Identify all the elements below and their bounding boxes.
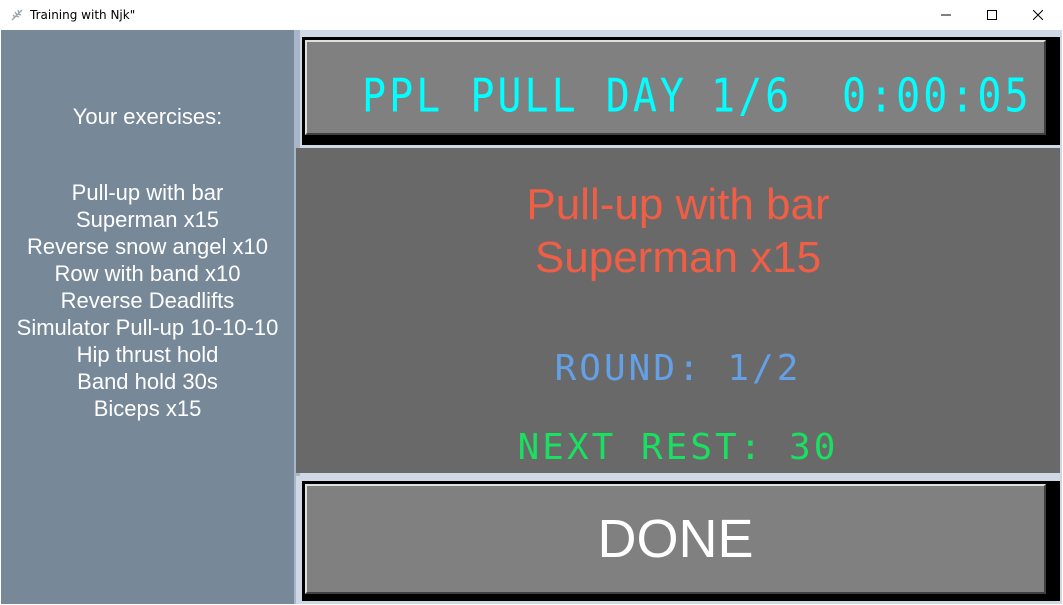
exercise-sidebar: Your exercises: Pull-up with bar Superma… (1, 30, 294, 604)
exercise-list-item: Band hold 30s (77, 369, 218, 394)
exercise-list: Pull-up with bar Superman x15 Reverse sn… (1, 179, 294, 422)
exercise-list-item: Reverse Deadlifts (60, 288, 235, 313)
exercise-progress: 1/6 (711, 70, 793, 123)
exercise-list-item: Row with band x10 (54, 261, 241, 286)
minimize-icon (941, 14, 951, 16)
current-exercise-line-1: Pull-up with bar (526, 180, 830, 229)
round-counter: ROUND: 1/2 (554, 348, 802, 389)
close-icon (1033, 10, 1043, 20)
exercise-list-item: Simulator Pull-up 10-10-10 (16, 315, 279, 340)
maximize-icon (987, 10, 997, 20)
exercise-list-item: Biceps x15 (93, 396, 202, 421)
window-title: Training with Njk" (30, 8, 136, 22)
workout-name: PPL PULL DAY (362, 70, 687, 123)
current-exercise-line-2: Superman x15 (534, 233, 822, 282)
app-feather-icon (9, 7, 25, 23)
timer: 0:00:05 (842, 70, 1032, 123)
next-rest: NEXT REST: 30 (517, 427, 839, 468)
exercise-list-item: Pull-up with bar (71, 180, 224, 205)
exercise-list-item: Hip thrust hold (76, 342, 219, 367)
sidebar-heading: Your exercises: (72, 104, 223, 129)
exercise-list-item: Superman x15 (75, 207, 220, 232)
close-button[interactable] (1015, 0, 1061, 30)
exercise-list-item: Reverse snow angel x10 (27, 234, 268, 259)
maximize-button[interactable] (969, 0, 1015, 30)
done-button[interactable]: DONE (305, 484, 1046, 594)
header-display: PPL PULL DAY 1/6 0:00:05 (305, 40, 1046, 135)
minimize-button[interactable] (923, 0, 969, 30)
title-bar: Training with Njk" (0, 0, 1063, 30)
